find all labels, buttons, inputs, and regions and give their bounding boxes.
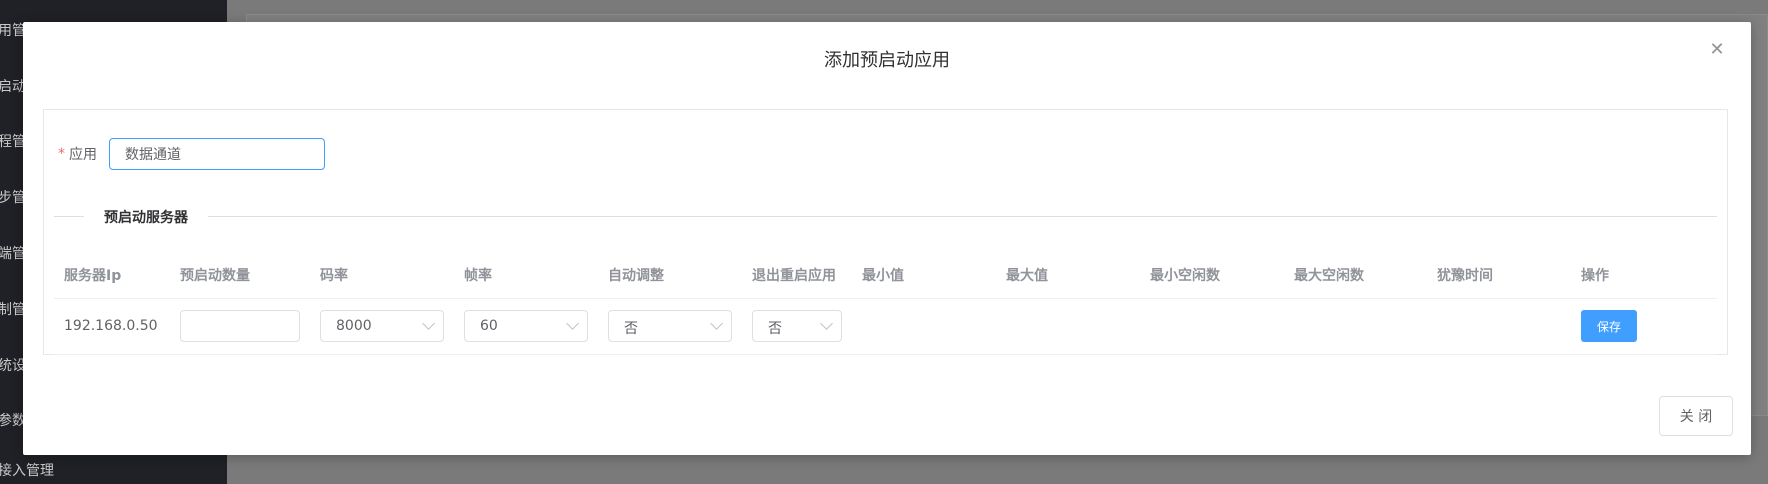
chevron-down-icon — [820, 317, 833, 330]
framerate-value: 60 — [480, 318, 498, 334]
header-server-ip: 服务器Ip — [64, 268, 122, 284]
close-button[interactable]: 关 闭 — [1659, 396, 1733, 436]
chevron-down-icon — [566, 317, 579, 330]
header-auto-adjust: 自动调整 — [608, 268, 664, 284]
restart-on-exit-value: 否 — [768, 321, 782, 337]
sidebar-item: 接入管理 — [0, 463, 54, 479]
header-framerate: 帧率 — [464, 268, 492, 284]
add-prestart-app-dialog: 添加预启动应用 ✕ * 应用 预启动服务器 服务器Ip 预启动数量 码率 帧率 … — [23, 22, 1751, 455]
restart-on-exit-select[interactable]: 否 — [752, 310, 842, 342]
prestart-server-table: 服务器Ip 预启动数量 码率 帧率 自动调整 退出重启应用 最小值 最大值 最小… — [54, 250, 1717, 355]
app-input[interactable] — [109, 138, 325, 170]
save-button[interactable]: 保存 — [1581, 310, 1637, 342]
section-divider — [54, 216, 1717, 217]
header-actions: 操作 — [1581, 268, 1609, 284]
app-label: 应用 — [69, 147, 97, 163]
header-prestart-count: 预启动数量 — [180, 268, 250, 284]
header-min-idle: 最小空闲数 — [1150, 268, 1220, 284]
server-ip-cell: 192.168.0.50 — [64, 318, 158, 334]
framerate-select[interactable]: 60 — [464, 310, 588, 342]
header-restart-on-exit: 退出重启应用 — [752, 268, 836, 284]
table-row: 192.168.0.50 8000 60 否 否 保存 — [54, 299, 1717, 355]
section-title: 预启动服务器 — [84, 207, 208, 227]
required-mark: * — [58, 146, 65, 162]
bitrate-select[interactable]: 8000 — [320, 310, 444, 342]
chevron-down-icon — [710, 317, 723, 330]
header-min: 最小值 — [862, 268, 904, 284]
header-max-idle: 最大空闲数 — [1294, 268, 1364, 284]
header-bitrate: 码率 — [320, 268, 348, 284]
bitrate-value: 8000 — [336, 318, 372, 334]
app-form-row: * 应用 — [58, 138, 325, 170]
auto-adjust-value: 否 — [624, 321, 638, 337]
header-hesitation-time: 犹豫时间 — [1437, 268, 1493, 284]
close-icon[interactable]: ✕ — [1709, 41, 1725, 59]
header-max: 最大值 — [1006, 268, 1048, 284]
prestart-count-input[interactable] — [180, 310, 300, 342]
chevron-down-icon — [422, 317, 435, 330]
table-header: 服务器Ip 预启动数量 码率 帧率 自动调整 退出重启应用 最小值 最大值 最小… — [54, 250, 1717, 299]
form-panel: * 应用 预启动服务器 服务器Ip 预启动数量 码率 帧率 自动调整 退出重启应… — [43, 109, 1728, 355]
auto-adjust-select[interactable]: 否 — [608, 310, 732, 342]
dialog-title: 添加预启动应用 — [824, 50, 950, 71]
